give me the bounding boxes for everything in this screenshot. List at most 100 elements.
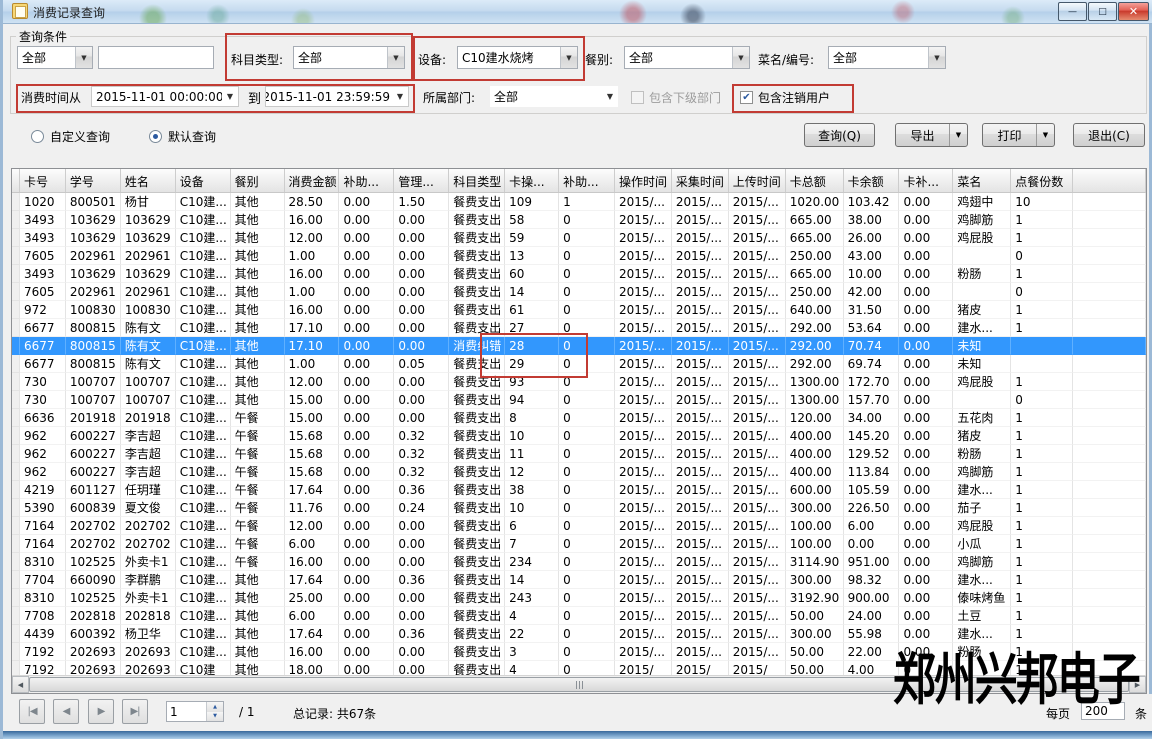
column-header[interactable]: 菜名	[953, 169, 1011, 192]
dish-combo[interactable]: 全部 ▼	[828, 46, 946, 69]
table-row[interactable]: 962600227李吉超C10建...午餐15.680.000.32餐费支出10…	[12, 427, 1146, 445]
next-page-button[interactable]: ▶	[88, 699, 114, 724]
exit-button[interactable]: 退出(C)	[1073, 123, 1145, 147]
row-selector[interactable]	[12, 535, 20, 553]
first-page-button[interactable]: |◀	[19, 699, 45, 724]
table-row[interactable]: 6677800815陈有文C10建...其他1.000.000.05餐费支出29…	[12, 355, 1146, 373]
spin-up-icon[interactable]: ▲	[207, 702, 223, 712]
table-row[interactable]: 7164202702202702C10建...午餐6.000.000.00餐费支…	[12, 535, 1146, 553]
row-selector[interactable]	[12, 391, 20, 409]
row-selector[interactable]	[12, 301, 20, 319]
table-row[interactable]: 972100830100830C10建...其他16.000.000.00餐费支…	[12, 301, 1146, 319]
column-header[interactable]: 卡号	[20, 169, 66, 192]
meal-combo[interactable]: 全部 ▼	[624, 46, 750, 69]
table-row[interactable]: 8310102525外卖卡1C10建...午餐16.000.000.00餐费支出…	[12, 553, 1146, 571]
row-selector[interactable]	[12, 337, 20, 355]
query-button[interactable]: 查询(Q)	[804, 123, 875, 147]
row-selector[interactable]	[12, 517, 20, 535]
table-row[interactable]: 7708202818202818C10建...其他6.000.000.00餐费支…	[12, 607, 1146, 625]
export-button[interactable]: 导出 ▼	[895, 123, 968, 147]
column-header[interactable]: 补助...	[559, 169, 615, 192]
column-header[interactable]: 操作时间	[615, 169, 672, 192]
chevron-down-icon[interactable]: ▼	[949, 124, 967, 146]
table-row[interactable]: 7164202702202702C10建...午餐12.000.000.00餐费…	[12, 517, 1146, 535]
row-selector[interactable]	[12, 643, 20, 661]
table-row[interactable]: 8310102525外卖卡1C10建...其他25.000.000.00餐费支出…	[12, 589, 1146, 607]
table-row[interactable]: 4439600392杨卫华C10建...其他17.640.000.36餐费支出2…	[12, 625, 1146, 643]
table-row[interactable]: 7605202961202961C10建...其他1.000.000.00餐费支…	[12, 247, 1146, 265]
row-selector[interactable]	[12, 355, 20, 373]
table-row[interactable]: 1020800501杨甘C10建...其他28.500.001.50餐费支出10…	[12, 193, 1146, 211]
column-header[interactable]: 消费金额	[285, 169, 340, 192]
column-header[interactable]: 上传时间	[729, 169, 786, 192]
include-cancelled-users-checkbox[interactable]: ✔ 包含注销用户	[740, 89, 830, 106]
row-selector[interactable]	[12, 589, 20, 607]
column-header[interactable]	[1073, 169, 1146, 192]
column-header[interactable]: 餐别	[231, 169, 285, 192]
close-button[interactable]: ✕	[1118, 2, 1149, 21]
scroll-right-button[interactable]: ▶	[1129, 676, 1146, 693]
custom-query-radio[interactable]: 自定义查询	[31, 128, 110, 145]
table-row[interactable]: 3493103629103629C10建...其他16.000.000.00餐费…	[12, 211, 1146, 229]
column-header[interactable]: 点餐份数	[1011, 169, 1073, 192]
table-row[interactable]: 730100707100707C10建...其他15.000.000.00餐费支…	[12, 391, 1146, 409]
scroll-left-button[interactable]: ◀	[12, 676, 29, 693]
row-selector[interactable]	[12, 463, 20, 481]
table-row[interactable]: 3493103629103629C10建...其他16.000.000.00餐费…	[12, 265, 1146, 283]
filter-type-combo[interactable]: 全部 ▼	[17, 46, 93, 69]
row-selector[interactable]	[12, 499, 20, 517]
table-row[interactable]: 4219601127任玥瑾C10建...午餐17.640.000.36餐费支出3…	[12, 481, 1146, 499]
row-selector[interactable]	[12, 445, 20, 463]
department-combo[interactable]: 全部 ▼	[490, 86, 618, 107]
column-header[interactable]: 姓名	[121, 169, 176, 192]
spin-down-icon[interactable]: ▼	[207, 712, 223, 722]
last-page-button[interactable]: ▶|	[122, 699, 148, 724]
print-button[interactable]: 打印 ▼	[982, 123, 1055, 147]
row-selector[interactable]	[12, 373, 20, 391]
row-selector[interactable]	[12, 211, 20, 229]
table-row[interactable]: 962600227李吉超C10建...午餐15.680.000.32餐费支出11…	[12, 445, 1146, 463]
table-row[interactable]: 6677800815陈有文C10建...其他17.100.000.00餐费支出2…	[12, 319, 1146, 337]
scrollbar-thumb[interactable]	[29, 677, 1129, 692]
column-header[interactable]: 卡操...	[505, 169, 559, 192]
column-header[interactable]: 卡总额	[786, 169, 844, 192]
prev-page-button[interactable]: ◀	[53, 699, 79, 724]
row-selector[interactable]	[12, 571, 20, 589]
per-page-input[interactable]	[1081, 702, 1125, 720]
column-header[interactable]: 卡余额	[844, 169, 900, 192]
table-row[interactable]: 730100707100707C10建...其他12.000.000.00餐费支…	[12, 373, 1146, 391]
column-header[interactable]: 补助...	[339, 169, 394, 192]
table-row[interactable]: 7605202961202961C10建...其他1.000.000.00餐费支…	[12, 283, 1146, 301]
row-selector[interactable]	[12, 247, 20, 265]
table-row[interactable]: 7192202693202693C10建...其他16.000.000.00餐费…	[12, 643, 1146, 661]
row-selector[interactable]	[12, 607, 20, 625]
row-selector[interactable]	[12, 193, 20, 211]
row-selector[interactable]	[12, 319, 20, 337]
time-to-picker[interactable]: 2015-11-01 23:59:59 ▼	[265, 86, 409, 107]
column-header[interactable]: 设备	[176, 169, 231, 192]
subject-type-combo[interactable]: 全部 ▼	[293, 46, 405, 69]
default-query-radio[interactable]: 默认查询	[149, 128, 216, 145]
row-selector[interactable]	[12, 409, 20, 427]
column-header[interactable]: 卡补...	[899, 169, 953, 192]
device-combo[interactable]: C10建水烧烤 ▼	[457, 46, 578, 69]
row-selector[interactable]	[12, 427, 20, 445]
row-selector[interactable]	[12, 229, 20, 247]
column-header[interactable]: 管理...	[394, 169, 449, 192]
column-header[interactable]: 科目类型	[449, 169, 505, 192]
column-header[interactable]: 采集时间	[672, 169, 729, 192]
table-row[interactable]: 6677800815陈有文C10建...其他17.100.000.00消费纠错2…	[12, 337, 1146, 355]
table-row[interactable]: 6636201918201918C10建...午餐15.000.000.00餐费…	[12, 409, 1146, 427]
maximize-button[interactable]: □	[1088, 2, 1117, 21]
row-selector[interactable]	[12, 481, 20, 499]
table-row[interactable]: 5390600839夏文俊C10建...午餐11.760.000.24餐费支出1…	[12, 499, 1146, 517]
table-row[interactable]: 7704660090李群鹏C10建...其他17.640.000.36餐费支出1…	[12, 571, 1146, 589]
keyword-input[interactable]	[98, 46, 214, 69]
page-number-input[interactable]	[167, 702, 206, 721]
table-row[interactable]: 3493103629103629C10建...其他12.000.000.00餐费…	[12, 229, 1146, 247]
row-selector[interactable]	[12, 283, 20, 301]
row-selector[interactable]	[12, 265, 20, 283]
minimize-button[interactable]: —	[1058, 2, 1087, 21]
page-number-spinner[interactable]: ▲ ▼	[166, 701, 224, 722]
time-from-picker[interactable]: 2015-11-01 00:00:00 ▼	[91, 86, 239, 107]
